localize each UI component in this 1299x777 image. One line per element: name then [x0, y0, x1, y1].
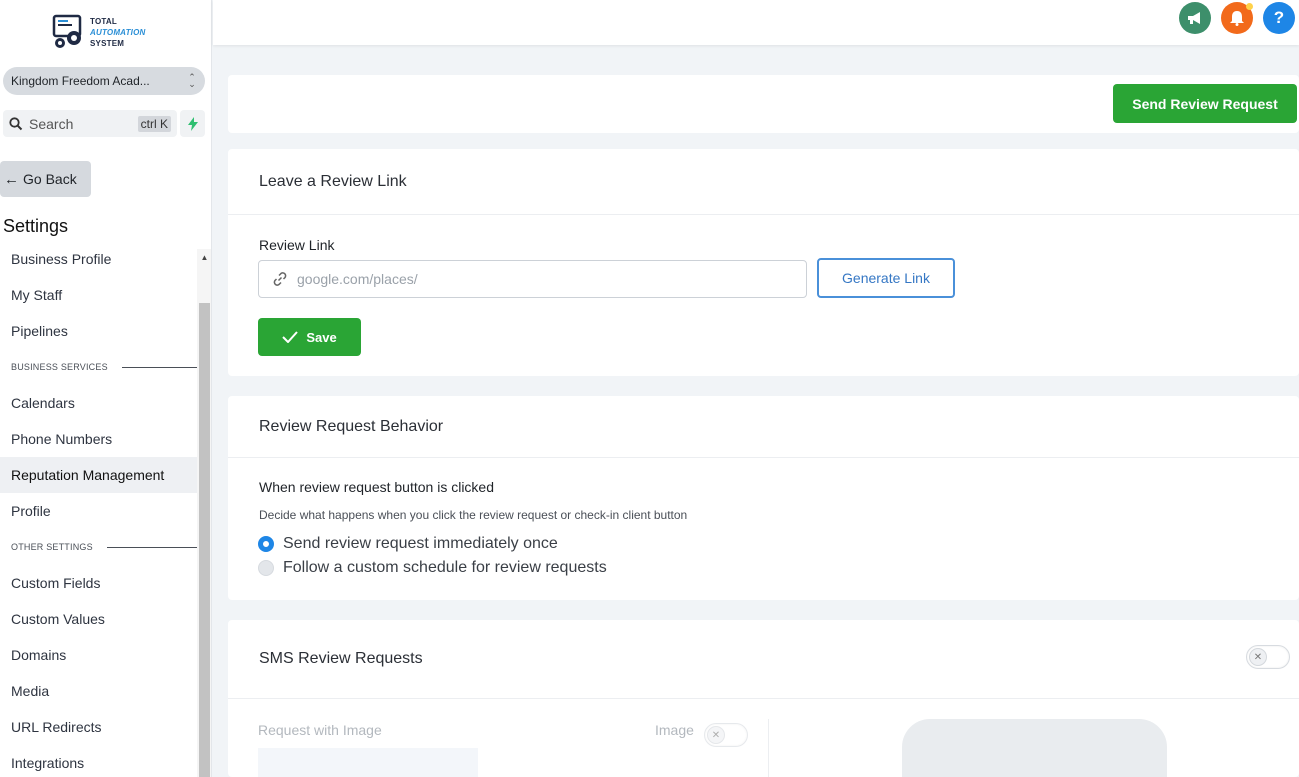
behavior-description: Decide what happens when you click the r…: [259, 508, 688, 522]
request-with-image-label: Request with Image: [258, 722, 382, 738]
chevron-up-down-icon: ⌃ ⌄: [188, 72, 196, 89]
account-name: Kingdom Freedom Acad...: [11, 74, 150, 88]
sidebar-item-my-staff[interactable]: My Staff: [0, 277, 197, 313]
sidebar-item-phone-numbers[interactable]: Phone Numbers: [0, 421, 197, 457]
radio-selected-icon[interactable]: [258, 536, 274, 552]
image-toggle[interactable]: ✕: [704, 723, 748, 747]
radio-send-immediately[interactable]: Send review request immediately once: [258, 535, 558, 553]
close-icon: ✕: [1249, 648, 1267, 666]
radio-send-immediately-label: Send review request immediately once: [283, 535, 558, 552]
settings-heading: Settings: [3, 216, 69, 236]
radio-custom-schedule-label: Follow a custom schedule for review requ…: [283, 559, 607, 576]
sidebar-scrollbar-thumb[interactable]: [199, 303, 210, 777]
sms-message-preview: [258, 748, 478, 777]
review-link-title: Leave a Review Link: [228, 149, 1299, 215]
sidebar-item-media[interactable]: Media: [0, 673, 197, 709]
review-link-placeholder: google.com/places/: [297, 271, 418, 287]
notification-dot: [1246, 3, 1253, 10]
sidebar-item-integrations[interactable]: Integrations: [0, 745, 197, 777]
close-icon: ✕: [707, 726, 725, 744]
logo-line-3: SYSTEM: [90, 38, 125, 48]
logo-gear-icon: [52, 14, 84, 50]
scroll-up-arrow-icon[interactable]: ▲: [199, 252, 210, 264]
review-link-card: Leave a Review Link Review Link google.c…: [228, 149, 1299, 376]
check-icon: [282, 331, 299, 343]
menu-section-label: OTHER SETTINGS: [11, 542, 93, 552]
sidebar-item-calendars[interactable]: Calendars: [0, 385, 197, 421]
sidebar-item-custom-fields[interactable]: Custom Fields: [0, 565, 197, 601]
divider: [121, 366, 197, 368]
radio-custom-schedule[interactable]: Follow a custom schedule for review requ…: [258, 559, 607, 577]
sidebar-search[interactable]: Search ctrl K: [3, 110, 177, 137]
sidebar-item-business-profile[interactable]: Business Profile: [0, 241, 197, 277]
link-icon: [273, 272, 287, 286]
review-link-input[interactable]: google.com/places/: [258, 260, 807, 298]
help-icon[interactable]: ?: [1263, 2, 1295, 34]
sidebar-item-url-redirects[interactable]: URL Redirects: [0, 709, 197, 745]
sidebar-item-domains[interactable]: Domains: [0, 637, 197, 673]
sidebar-item-pipelines[interactable]: Pipelines: [0, 313, 197, 349]
send-review-request-button[interactable]: Send Review Request: [1113, 84, 1297, 123]
bell-icon[interactable]: [1221, 2, 1253, 34]
phone-preview: [902, 719, 1167, 777]
review-behavior-title: Review Request Behavior: [228, 396, 1299, 458]
sidebar-item-custom-values[interactable]: Custom Values: [0, 601, 197, 637]
sidebar: TOTAL AUTOMATION SYSTEM Kingdom Freedom …: [0, 0, 212, 777]
top-bar: ?: [213, 0, 1299, 45]
menu-section-heading: BUSINESS SERVICES: [0, 349, 197, 385]
radio-unselected-icon[interactable]: [258, 560, 274, 576]
sms-enable-toggle[interactable]: ✕: [1246, 645, 1290, 669]
logo-line-2: AUTOMATION: [90, 27, 146, 37]
go-back-button[interactable]: ← Go Back: [0, 161, 91, 197]
review-behavior-card: Review Request Behavior When review requ…: [228, 396, 1299, 600]
lightning-icon: [187, 116, 198, 131]
logo-line-1: TOTAL: [90, 16, 117, 26]
divider: [768, 719, 769, 777]
review-actions-card: Send Review Request: [228, 75, 1299, 133]
search-label: Search: [29, 115, 74, 132]
save-button[interactable]: Save: [258, 318, 361, 356]
sms-review-title: SMS Review Requests: [228, 620, 1299, 699]
settings-menu: Business Profile My Staff Pipelines BUSINES…: [0, 241, 197, 777]
brand-logo[interactable]: TOTAL AUTOMATION SYSTEM: [52, 12, 172, 52]
save-label: Save: [306, 329, 337, 345]
quick-actions-button[interactable]: [180, 110, 205, 137]
divider: [106, 546, 197, 548]
logo-text: TOTAL AUTOMATION SYSTEM: [90, 16, 145, 49]
go-back-label: Go Back: [23, 171, 77, 187]
review-link-label: Review Link: [259, 237, 335, 253]
arrow-left-icon: ←: [4, 170, 19, 188]
search-shortcut: ctrl K: [137, 115, 171, 132]
sms-review-card: SMS Review Requests ✕ Request with Image…: [228, 620, 1299, 777]
search-icon: [9, 116, 23, 130]
behavior-question: When review request button is clicked: [259, 479, 494, 495]
sidebar-item-profile[interactable]: Profile: [0, 493, 197, 529]
megaphone-icon[interactable]: [1179, 2, 1211, 34]
menu-section-label: BUSINESS SERVICES: [11, 362, 108, 372]
menu-section-heading: OTHER SETTINGS: [0, 529, 197, 565]
generate-link-button[interactable]: Generate Link: [817, 258, 955, 298]
account-switcher[interactable]: Kingdom Freedom Acad... ⌃ ⌄: [3, 67, 205, 95]
image-label: Image: [655, 722, 694, 738]
sidebar-item-reputation-management[interactable]: Reputation Management: [0, 457, 197, 493]
